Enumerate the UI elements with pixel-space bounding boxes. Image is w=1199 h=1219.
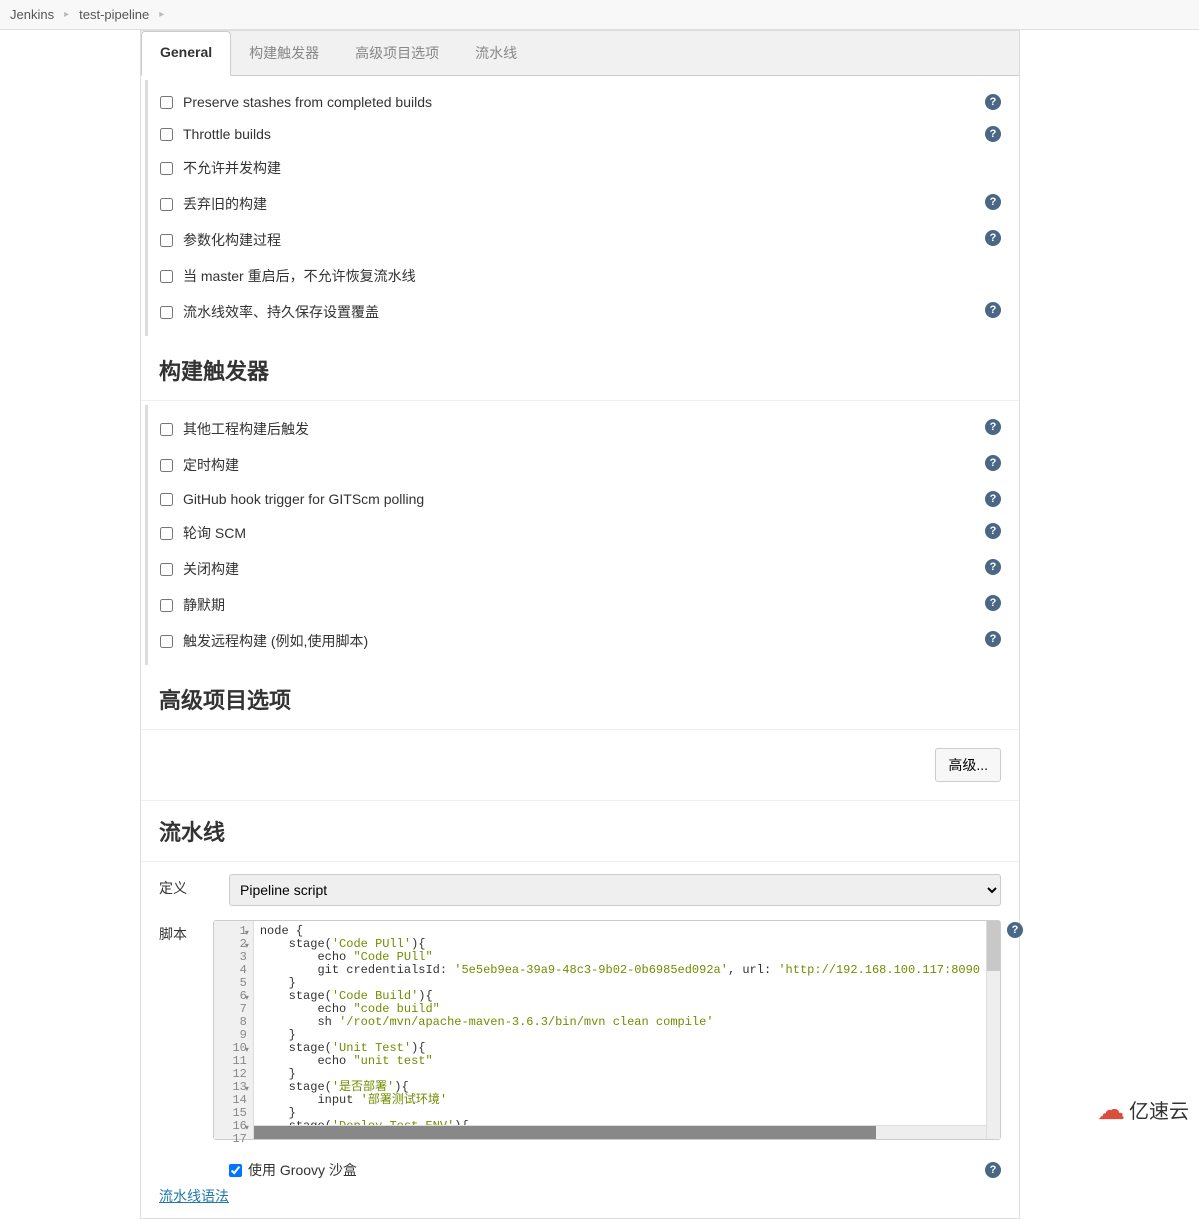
general-checkbox[interactable] xyxy=(160,306,173,319)
help-icon[interactable]: ? xyxy=(985,559,1001,575)
general-option-row: 流水线效率、持久保存设置覆盖? xyxy=(148,294,1019,330)
help-icon[interactable]: ? xyxy=(985,455,1001,471)
definition-label: 定义 xyxy=(159,874,229,898)
section-pipeline: 定义 Pipeline script 脚本 1▾2▾3456▾78910▾111… xyxy=(141,862,1019,1218)
general-checkbox[interactable] xyxy=(160,96,173,109)
help-icon[interactable]: ? xyxy=(1007,922,1023,938)
help-icon[interactable]: ? xyxy=(985,94,1001,110)
breadcrumb: Jenkins ▸ test-pipeline ▸ xyxy=(0,0,1199,30)
tab-advanced[interactable]: 高级项目选项 xyxy=(337,31,457,75)
breadcrumb-item-pipeline[interactable]: test-pipeline xyxy=(79,7,149,22)
general-option-row: 参数化构建过程? xyxy=(148,222,1019,258)
trigger-label: 触发远程构建 (例如,使用脚本) xyxy=(183,631,368,651)
trigger-checkbox[interactable] xyxy=(160,563,173,576)
help-icon[interactable]: ? xyxy=(985,631,1001,647)
section-triggers: 其他工程构建后触发?定时构建?GitHub hook trigger for G… xyxy=(141,405,1019,665)
trigger-checkbox[interactable] xyxy=(160,599,173,612)
help-icon[interactable]: ? xyxy=(985,419,1001,435)
general-label: 当 master 重启后，不允许恢复流水线 xyxy=(183,266,416,286)
help-icon[interactable]: ? xyxy=(985,595,1001,611)
general-label: 不允许并发构建 xyxy=(183,158,281,178)
general-checkbox[interactable] xyxy=(160,234,173,247)
general-label: 参数化构建过程 xyxy=(183,230,281,250)
help-icon[interactable]: ? xyxy=(985,230,1001,246)
general-checkbox[interactable] xyxy=(160,128,173,141)
section-heading-pipeline: 流水线 xyxy=(141,801,1019,862)
general-option-row: Preserve stashes from completed builds? xyxy=(148,86,1019,118)
scrollbar-vertical[interactable] xyxy=(986,921,1000,1139)
section-heading-triggers: 构建触发器 xyxy=(141,340,1019,401)
editor-code[interactable]: node { stage('Code PUll'){ echo "Code PU… xyxy=(254,921,986,1139)
scrollbar-horizontal[interactable] xyxy=(254,1125,986,1139)
trigger-option-row: 定时构建? xyxy=(148,447,1019,483)
general-checkbox[interactable] xyxy=(160,270,173,283)
general-option-row: 当 master 重启后，不允许恢复流水线 xyxy=(148,258,1019,294)
groovy-sandbox-checkbox[interactable] xyxy=(229,1164,242,1177)
watermark-text: 亿速云 xyxy=(1129,1095,1189,1124)
help-icon[interactable]: ? xyxy=(985,491,1001,507)
tab-triggers[interactable]: 构建触发器 xyxy=(231,31,337,75)
cloud-logo-icon: ☁ xyxy=(1097,1093,1125,1126)
trigger-checkbox[interactable] xyxy=(160,493,173,506)
help-icon[interactable]: ? xyxy=(985,126,1001,142)
trigger-label: 定时构建 xyxy=(183,455,239,475)
pipeline-syntax-link[interactable]: 流水线语法 xyxy=(159,1188,229,1204)
config-form: General 构建触发器 高级项目选项 流水线 Preserve stashe… xyxy=(140,30,1020,1219)
groovy-sandbox-label: 使用 Groovy 沙盒 xyxy=(248,1160,357,1180)
watermark: ☁ 亿速云 xyxy=(1097,1093,1189,1126)
definition-select[interactable]: Pipeline script xyxy=(229,874,1001,906)
tab-general[interactable]: General xyxy=(141,31,231,76)
tab-pipeline[interactable]: 流水线 xyxy=(457,31,535,75)
breadcrumb-item-jenkins[interactable]: Jenkins xyxy=(10,7,54,22)
tabs-bar: General 构建触发器 高级项目选项 流水线 xyxy=(141,31,1019,76)
editor-gutter: 1▾2▾3456▾78910▾111213▾141516▾17 xyxy=(214,921,254,1139)
chevron-right-icon: ▸ xyxy=(159,9,164,20)
trigger-checkbox[interactable] xyxy=(160,459,173,472)
help-icon[interactable]: ? xyxy=(985,194,1001,210)
general-label: Throttle builds xyxy=(183,126,271,142)
section-general: Preserve stashes from completed builds?T… xyxy=(141,80,1019,336)
trigger-option-row: 关闭构建? xyxy=(148,551,1019,587)
trigger-option-row: 其他工程构建后触发? xyxy=(148,411,1019,447)
chevron-right-icon: ▸ xyxy=(64,9,69,20)
general-checkbox[interactable] xyxy=(160,162,173,175)
script-editor[interactable]: 1▾2▾3456▾78910▾111213▾141516▾17 node { s… xyxy=(213,920,1001,1140)
trigger-checkbox[interactable] xyxy=(160,527,173,540)
trigger-label: 轮询 SCM xyxy=(183,523,246,543)
section-heading-advanced: 高级项目选项 xyxy=(141,669,1019,730)
general-option-row: Throttle builds? xyxy=(148,118,1019,150)
general-label: Preserve stashes from completed builds xyxy=(183,94,432,110)
help-icon[interactable]: ? xyxy=(985,1162,1001,1178)
general-label: 丢弃旧的构建 xyxy=(183,194,267,214)
general-label: 流水线效率、持久保存设置覆盖 xyxy=(183,302,379,322)
trigger-checkbox[interactable] xyxy=(160,423,173,436)
trigger-option-row: 触发远程构建 (例如,使用脚本)? xyxy=(148,623,1019,659)
trigger-checkbox[interactable] xyxy=(160,635,173,648)
general-checkbox[interactable] xyxy=(160,198,173,211)
script-label: 脚本 xyxy=(159,920,213,944)
trigger-option-row: GitHub hook trigger for GITScm polling? xyxy=(148,483,1019,515)
trigger-label: 其他工程构建后触发 xyxy=(183,419,309,439)
general-option-row: 丢弃旧的构建? xyxy=(148,186,1019,222)
help-icon[interactable]: ? xyxy=(985,302,1001,318)
trigger-label: 静默期 xyxy=(183,595,225,615)
advanced-row: 高级... xyxy=(141,730,1019,801)
trigger-label: 关闭构建 xyxy=(183,559,239,579)
trigger-label: GitHub hook trigger for GITScm polling xyxy=(183,491,424,507)
advanced-button[interactable]: 高级... xyxy=(935,748,1001,782)
trigger-option-row: 轮询 SCM? xyxy=(148,515,1019,551)
trigger-option-row: 静默期? xyxy=(148,587,1019,623)
help-icon[interactable]: ? xyxy=(985,523,1001,539)
general-option-row: 不允许并发构建 xyxy=(148,150,1019,186)
